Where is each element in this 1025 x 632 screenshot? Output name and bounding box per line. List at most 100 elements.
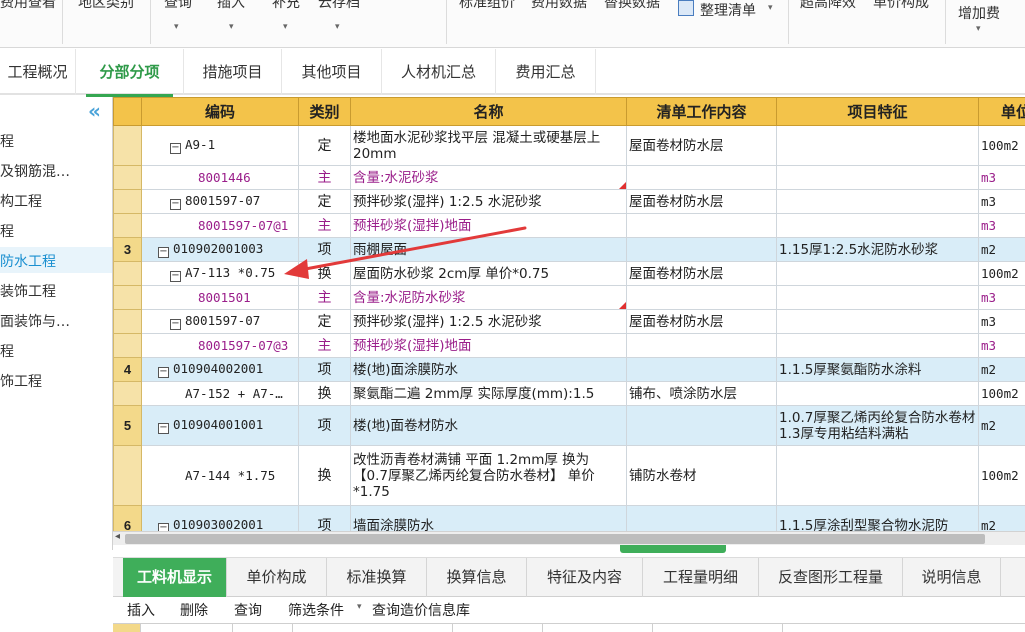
- work-content-cell[interactable]: [626, 357, 777, 382]
- type-cell[interactable]: 换: [298, 445, 351, 506]
- add-cost-button[interactable]: 增加费: [958, 3, 1000, 23]
- name-cell[interactable]: 预拌砂浆(湿拌)地面: [350, 213, 627, 238]
- region-category-button[interactable]: 地区类别: [78, 0, 134, 12]
- cloud-save-button[interactable]: 云存档: [318, 0, 360, 12]
- collapse-left-icon[interactable]: «: [88, 99, 101, 123]
- column-header-code[interactable]: 编码: [141, 97, 299, 126]
- table-row[interactable]: 5 −010904001001 项 楼(地)面卷材防水 1.0.7厚聚乙烯丙纶复…: [113, 405, 1025, 446]
- name-cell[interactable]: 预拌砂浆(湿拌)地面: [350, 333, 627, 358]
- unit-cell[interactable]: 100m2: [978, 381, 1025, 406]
- unit-cell[interactable]: m3: [978, 165, 1025, 190]
- work-content-cell[interactable]: [626, 333, 777, 358]
- cost-view-button[interactable]: 费用查看: [0, 0, 56, 12]
- table-row[interactable]: 8001597-07@3 主 预拌砂浆(湿拌)地面 m3: [113, 333, 1025, 358]
- name-cell[interactable]: 墙面涂膜防水: [350, 505, 627, 531]
- collapse-node-icon[interactable]: −: [170, 319, 181, 330]
- unit-cell[interactable]: m3: [978, 309, 1025, 334]
- name-cell[interactable]: 雨棚屋面: [350, 237, 627, 262]
- replace-data-button[interactable]: 替换数据: [604, 0, 660, 12]
- feature-cell[interactable]: [776, 213, 979, 238]
- code-cell[interactable]: −010902001003: [141, 237, 299, 262]
- work-content-cell[interactable]: [626, 213, 777, 238]
- table-row[interactable]: − A9-1 定 楼地面水泥砂浆找平层 混凝土或硬基层上 20mm 屋面卷材防水层…: [113, 125, 1025, 166]
- tab-quantity-detail[interactable]: 工程量明细: [643, 558, 759, 597]
- delete-row-button[interactable]: 删除: [180, 600, 208, 620]
- scroll-left-icon[interactable]: ◂: [115, 531, 120, 542]
- tab-feature-content[interactable]: 特征及内容: [527, 558, 643, 597]
- type-cell[interactable]: 项: [298, 237, 351, 262]
- unit-cell[interactable]: m2: [978, 237, 1025, 262]
- type-cell[interactable]: 主: [298, 285, 351, 310]
- work-content-cell[interactable]: [626, 285, 777, 310]
- tree-item[interactable]: 程: [0, 341, 14, 361]
- name-cell[interactable]: 预拌砂浆(湿拌) 1:2.5 水泥砂浆: [350, 309, 627, 334]
- column-header-feature[interactable]: 项目特征: [776, 97, 979, 126]
- feature-cell[interactable]: 1.1.5厚涂刮型聚合物水泥防: [776, 505, 979, 531]
- unit-cell[interactable]: m2: [978, 505, 1025, 531]
- column-header-work-content[interactable]: 清单工作内容: [626, 97, 777, 126]
- table-row[interactable]: − A7-113 *0.75 换 屋面防水砂浆 2cm厚 单价*0.75 屋面卷材…: [113, 261, 1025, 286]
- tab-unit-price-composition[interactable]: 单价构成: [227, 558, 327, 597]
- column-header-name[interactable]: 名称: [350, 97, 627, 126]
- code-cell[interactable]: −8001597-07: [141, 309, 299, 334]
- type-cell[interactable]: 项: [298, 505, 351, 531]
- unit-cell[interactable]: m3: [978, 333, 1025, 358]
- feature-cell[interactable]: [776, 309, 979, 334]
- tree-item[interactable]: 饰工程: [0, 371, 42, 391]
- work-content-cell[interactable]: [626, 505, 777, 531]
- work-content-cell[interactable]: 屋面卷材防水层: [626, 261, 777, 286]
- work-content-cell[interactable]: 屋面卷材防水层: [626, 125, 777, 166]
- feature-cell[interactable]: [776, 445, 979, 506]
- collapse-node-icon[interactable]: −: [170, 143, 181, 154]
- code-cell[interactable]: A7-152 + A7-…: [141, 381, 299, 406]
- type-cell[interactable]: 主: [298, 165, 351, 190]
- collapse-node-icon[interactable]: −: [158, 423, 169, 434]
- collapse-node-icon[interactable]: −: [158, 367, 169, 378]
- unit-price-composition-button[interactable]: 单价构成: [873, 0, 929, 12]
- work-content-cell[interactable]: [626, 237, 777, 262]
- unit-cell[interactable]: 100m2: [978, 261, 1025, 286]
- query-detail-button[interactable]: 查询: [234, 600, 262, 620]
- table-row[interactable]: 8001446 主 含量:水泥砂浆 m3: [113, 165, 1025, 190]
- table-row[interactable]: −8001597-07 定 预拌砂浆(湿拌) 1:2.5 水泥砂浆 屋面卷材防水…: [113, 189, 1025, 214]
- insert-row-button[interactable]: 插入: [127, 600, 155, 620]
- collapse-node-icon[interactable]: −: [158, 247, 169, 258]
- tab-description[interactable]: 说明信息: [903, 558, 1001, 597]
- horizontal-scrollbar[interactable]: ◂: [113, 531, 1025, 545]
- tab-labor-material-summary[interactable]: 人材机汇总: [382, 49, 496, 95]
- tab-reverse-graphic-quantity[interactable]: 反查图形工程量: [759, 558, 903, 597]
- column-header-unit[interactable]: 单位: [978, 97, 1025, 126]
- name-cell[interactable]: 含量:水泥防水砂浆: [350, 285, 627, 310]
- table-row[interactable]: 8001501 主 含量:水泥防水砂浆 m3: [113, 285, 1025, 310]
- name-cell[interactable]: 含量:水泥砂浆: [350, 165, 627, 190]
- unit-cell[interactable]: m3: [978, 189, 1025, 214]
- name-cell[interactable]: 楼(地)面涂膜防水: [350, 357, 627, 382]
- unit-cell[interactable]: m3: [978, 285, 1025, 310]
- type-cell[interactable]: 定: [298, 125, 351, 166]
- tab-labor-material-display[interactable]: 工料机显示: [123, 558, 227, 597]
- type-cell[interactable]: 定: [298, 309, 351, 334]
- code-cell[interactable]: A7-144 *1.75: [141, 445, 299, 506]
- height-reduction-button[interactable]: 超高降效: [800, 0, 856, 12]
- unit-cell[interactable]: 100m2: [978, 445, 1025, 506]
- type-cell[interactable]: 主: [298, 333, 351, 358]
- unit-cell[interactable]: m2: [978, 405, 1025, 446]
- tab-sub-items[interactable]: 分部分项: [76, 49, 184, 97]
- table-row[interactable]: 6 −010903002001 项 墙面涂膜防水 1.1.5厚涂刮型聚合物水泥防…: [113, 505, 1025, 531]
- work-content-cell[interactable]: [626, 405, 777, 446]
- feature-cell[interactable]: [776, 381, 979, 406]
- tree-item[interactable]: 程: [0, 131, 14, 151]
- tab-standard-conversion[interactable]: 标准换算: [327, 558, 427, 597]
- organize-list-button[interactable]: 整理清单: [700, 0, 756, 20]
- collapse-node-icon[interactable]: −: [170, 199, 181, 210]
- feature-cell[interactable]: 1.0.7厚聚乙烯丙纶复合防水卷材1.3厚专用粘结料满粘: [776, 405, 979, 446]
- code-cell[interactable]: − A9-1: [141, 125, 299, 166]
- name-cell[interactable]: 预拌砂浆(湿拌) 1:2.5 水泥砂浆: [350, 189, 627, 214]
- feature-cell[interactable]: 1.1.5厚聚氨酯防水涂料: [776, 357, 979, 382]
- feature-cell[interactable]: [776, 165, 979, 190]
- name-cell[interactable]: 屋面防水砂浆 2cm厚 单价*0.75: [350, 261, 627, 286]
- tab-project-overview[interactable]: 工程概况: [0, 49, 76, 95]
- table-row[interactable]: A7-152 + A7-… 换 聚氨酯二遍 2mm厚 实际厚度(mm):1.5 …: [113, 381, 1025, 406]
- work-content-cell[interactable]: [626, 165, 777, 190]
- tree-item[interactable]: 构工程: [0, 191, 42, 211]
